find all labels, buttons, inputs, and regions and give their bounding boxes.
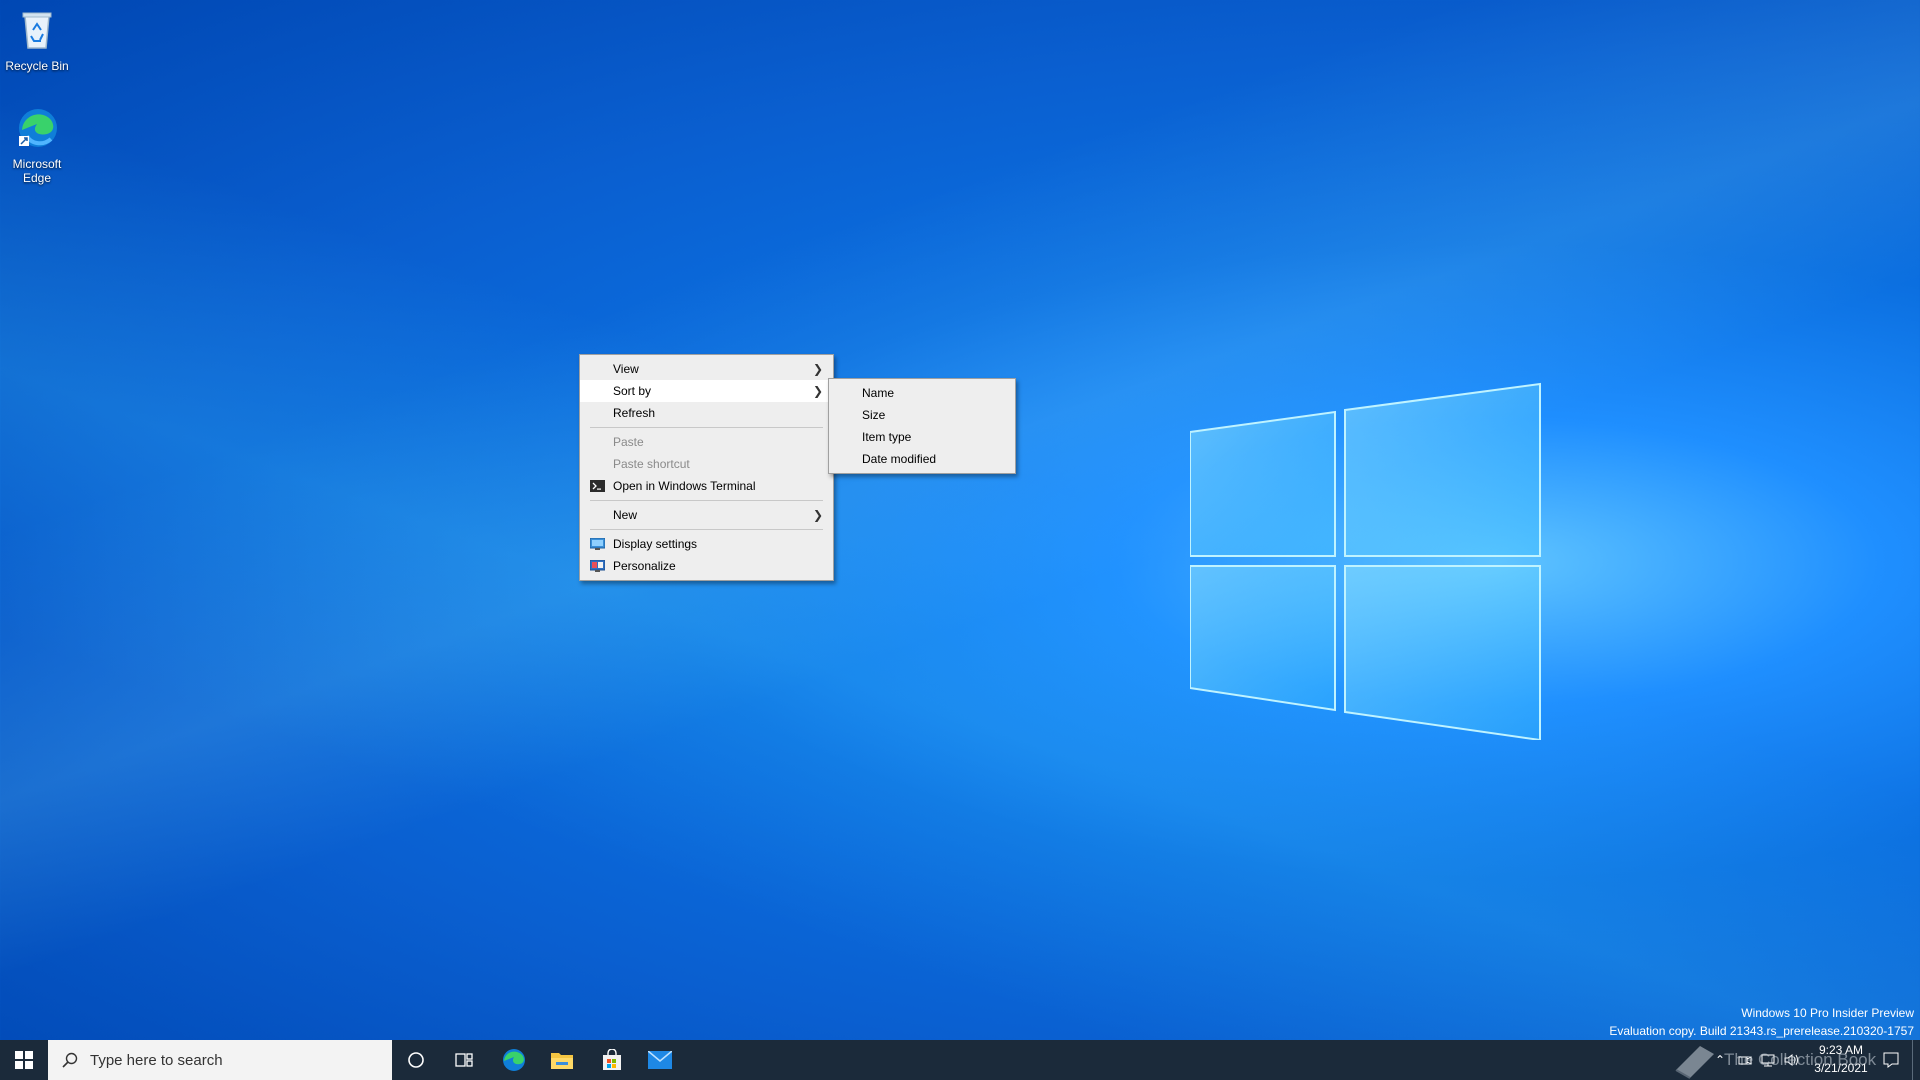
wallpaper-beam-upper bbox=[0, 0, 1920, 1080]
desktop-icon-recycle-bin[interactable]: Recycle Bin bbox=[0, 8, 74, 73]
menu-item-label: Open in Windows Terminal bbox=[613, 479, 756, 493]
menu-item-label: Item type bbox=[862, 430, 912, 444]
menu-item-label: Date modified bbox=[862, 452, 937, 466]
menu-separator bbox=[590, 427, 823, 428]
edge-icon bbox=[19, 109, 57, 147]
menu-item-label: Sort by bbox=[613, 384, 652, 398]
menu-item-paste[interactable]: Paste bbox=[580, 431, 833, 453]
menu-item-label: Display settings bbox=[613, 537, 698, 551]
menu-item-label: Refresh bbox=[613, 406, 656, 420]
file-explorer-icon bbox=[551, 1053, 573, 1069]
edge-icon bbox=[503, 1049, 525, 1071]
book-logo-icon bbox=[1675, 1046, 1714, 1079]
sort-by-submenu: Name Size Item type Date modified bbox=[828, 378, 1016, 474]
taskbar-file-explorer-button[interactable] bbox=[538, 1040, 586, 1080]
chevron-right-icon: ❯ bbox=[812, 362, 823, 376]
terminal-icon bbox=[590, 480, 605, 492]
task-view-button[interactable] bbox=[440, 1040, 488, 1080]
watermark-text: The Collection Book bbox=[1724, 1050, 1877, 1069]
submenu-item-name[interactable]: Name bbox=[829, 382, 1015, 404]
chevron-right-icon: ❯ bbox=[812, 384, 823, 398]
cortana-button[interactable] bbox=[392, 1040, 440, 1080]
collection-book-watermark: The Collection Book bbox=[1672, 1040, 1876, 1080]
menu-item-label: Paste shortcut bbox=[613, 457, 690, 471]
menu-separator bbox=[590, 529, 823, 530]
submenu-item-date-modified[interactable]: Date modified bbox=[829, 448, 1015, 470]
build-watermark-line1: Windows 10 Pro Insider Preview bbox=[1741, 1006, 1914, 1020]
task-view-icon bbox=[455, 1053, 473, 1067]
taskbar-edge-button[interactable] bbox=[490, 1040, 538, 1080]
menu-item-new[interactable]: New ❯ bbox=[580, 504, 833, 526]
menu-item-label: Name bbox=[862, 386, 895, 400]
taskbar-store-button[interactable] bbox=[588, 1040, 636, 1080]
display-icon bbox=[590, 538, 605, 550]
menu-item-paste-shortcut[interactable]: Paste shortcut bbox=[580, 453, 833, 475]
menu-item-view[interactable]: View ❯ bbox=[580, 358, 833, 380]
menu-item-label: View bbox=[613, 362, 639, 376]
search-icon bbox=[62, 1052, 78, 1068]
menu-item-label: Size bbox=[862, 408, 886, 422]
mail-icon bbox=[648, 1051, 672, 1069]
desktop-icon-microsoft-edge[interactable]: Microsoft Edge bbox=[0, 106, 74, 185]
store-icon bbox=[603, 1049, 621, 1070]
menu-item-refresh[interactable]: Refresh bbox=[580, 402, 833, 424]
submenu-item-item-type[interactable]: Item type bbox=[829, 426, 1015, 448]
menu-item-label: Personalize bbox=[613, 559, 676, 573]
wallpaper-beam-lower bbox=[0, 0, 1920, 1080]
desktop-icon-label: Recycle Bin bbox=[5, 59, 69, 73]
chevron-right-icon: ❯ bbox=[812, 508, 823, 522]
desktop-context-menu: View ❯ Sort by ❯ Refresh Paste Paste sho… bbox=[579, 354, 834, 581]
show-desktop-button[interactable] bbox=[1912, 1040, 1920, 1080]
notification-icon bbox=[1883, 1052, 1899, 1068]
menu-item-sort-by[interactable]: Sort by ❯ bbox=[580, 380, 833, 402]
build-watermark-line2: Evaluation copy. Build 21343.rs_prerelea… bbox=[1609, 1024, 1914, 1038]
taskbar-search-box[interactable]: Type here to search bbox=[48, 1040, 392, 1080]
action-center-button[interactable] bbox=[1876, 1040, 1906, 1080]
personalize-icon bbox=[590, 560, 605, 572]
menu-item-display-settings[interactable]: Display settings bbox=[580, 533, 833, 555]
cortana-icon bbox=[408, 1052, 424, 1068]
menu-item-label: Paste bbox=[613, 435, 644, 449]
menu-item-open-in-windows-terminal[interactable]: Open in Windows Terminal bbox=[580, 475, 833, 497]
windows-logo-wallpaper bbox=[1190, 382, 1541, 740]
start-button[interactable] bbox=[0, 1040, 48, 1080]
menu-item-label: New bbox=[613, 508, 638, 522]
recycle-bin-icon bbox=[22, 12, 52, 49]
search-placeholder: Type here to search bbox=[90, 1051, 223, 1069]
taskbar-mail-button[interactable] bbox=[636, 1040, 684, 1080]
menu-separator bbox=[590, 500, 823, 501]
submenu-item-size[interactable]: Size bbox=[829, 404, 1015, 426]
taskbar: Type here to search ⌃ 9:23 AM 3/21/2021 bbox=[0, 1040, 1920, 1080]
windows-start-icon bbox=[15, 1051, 33, 1069]
desktop-icon-label: Microsoft Edge bbox=[12, 157, 62, 185]
menu-item-personalize[interactable]: Personalize bbox=[580, 555, 833, 577]
